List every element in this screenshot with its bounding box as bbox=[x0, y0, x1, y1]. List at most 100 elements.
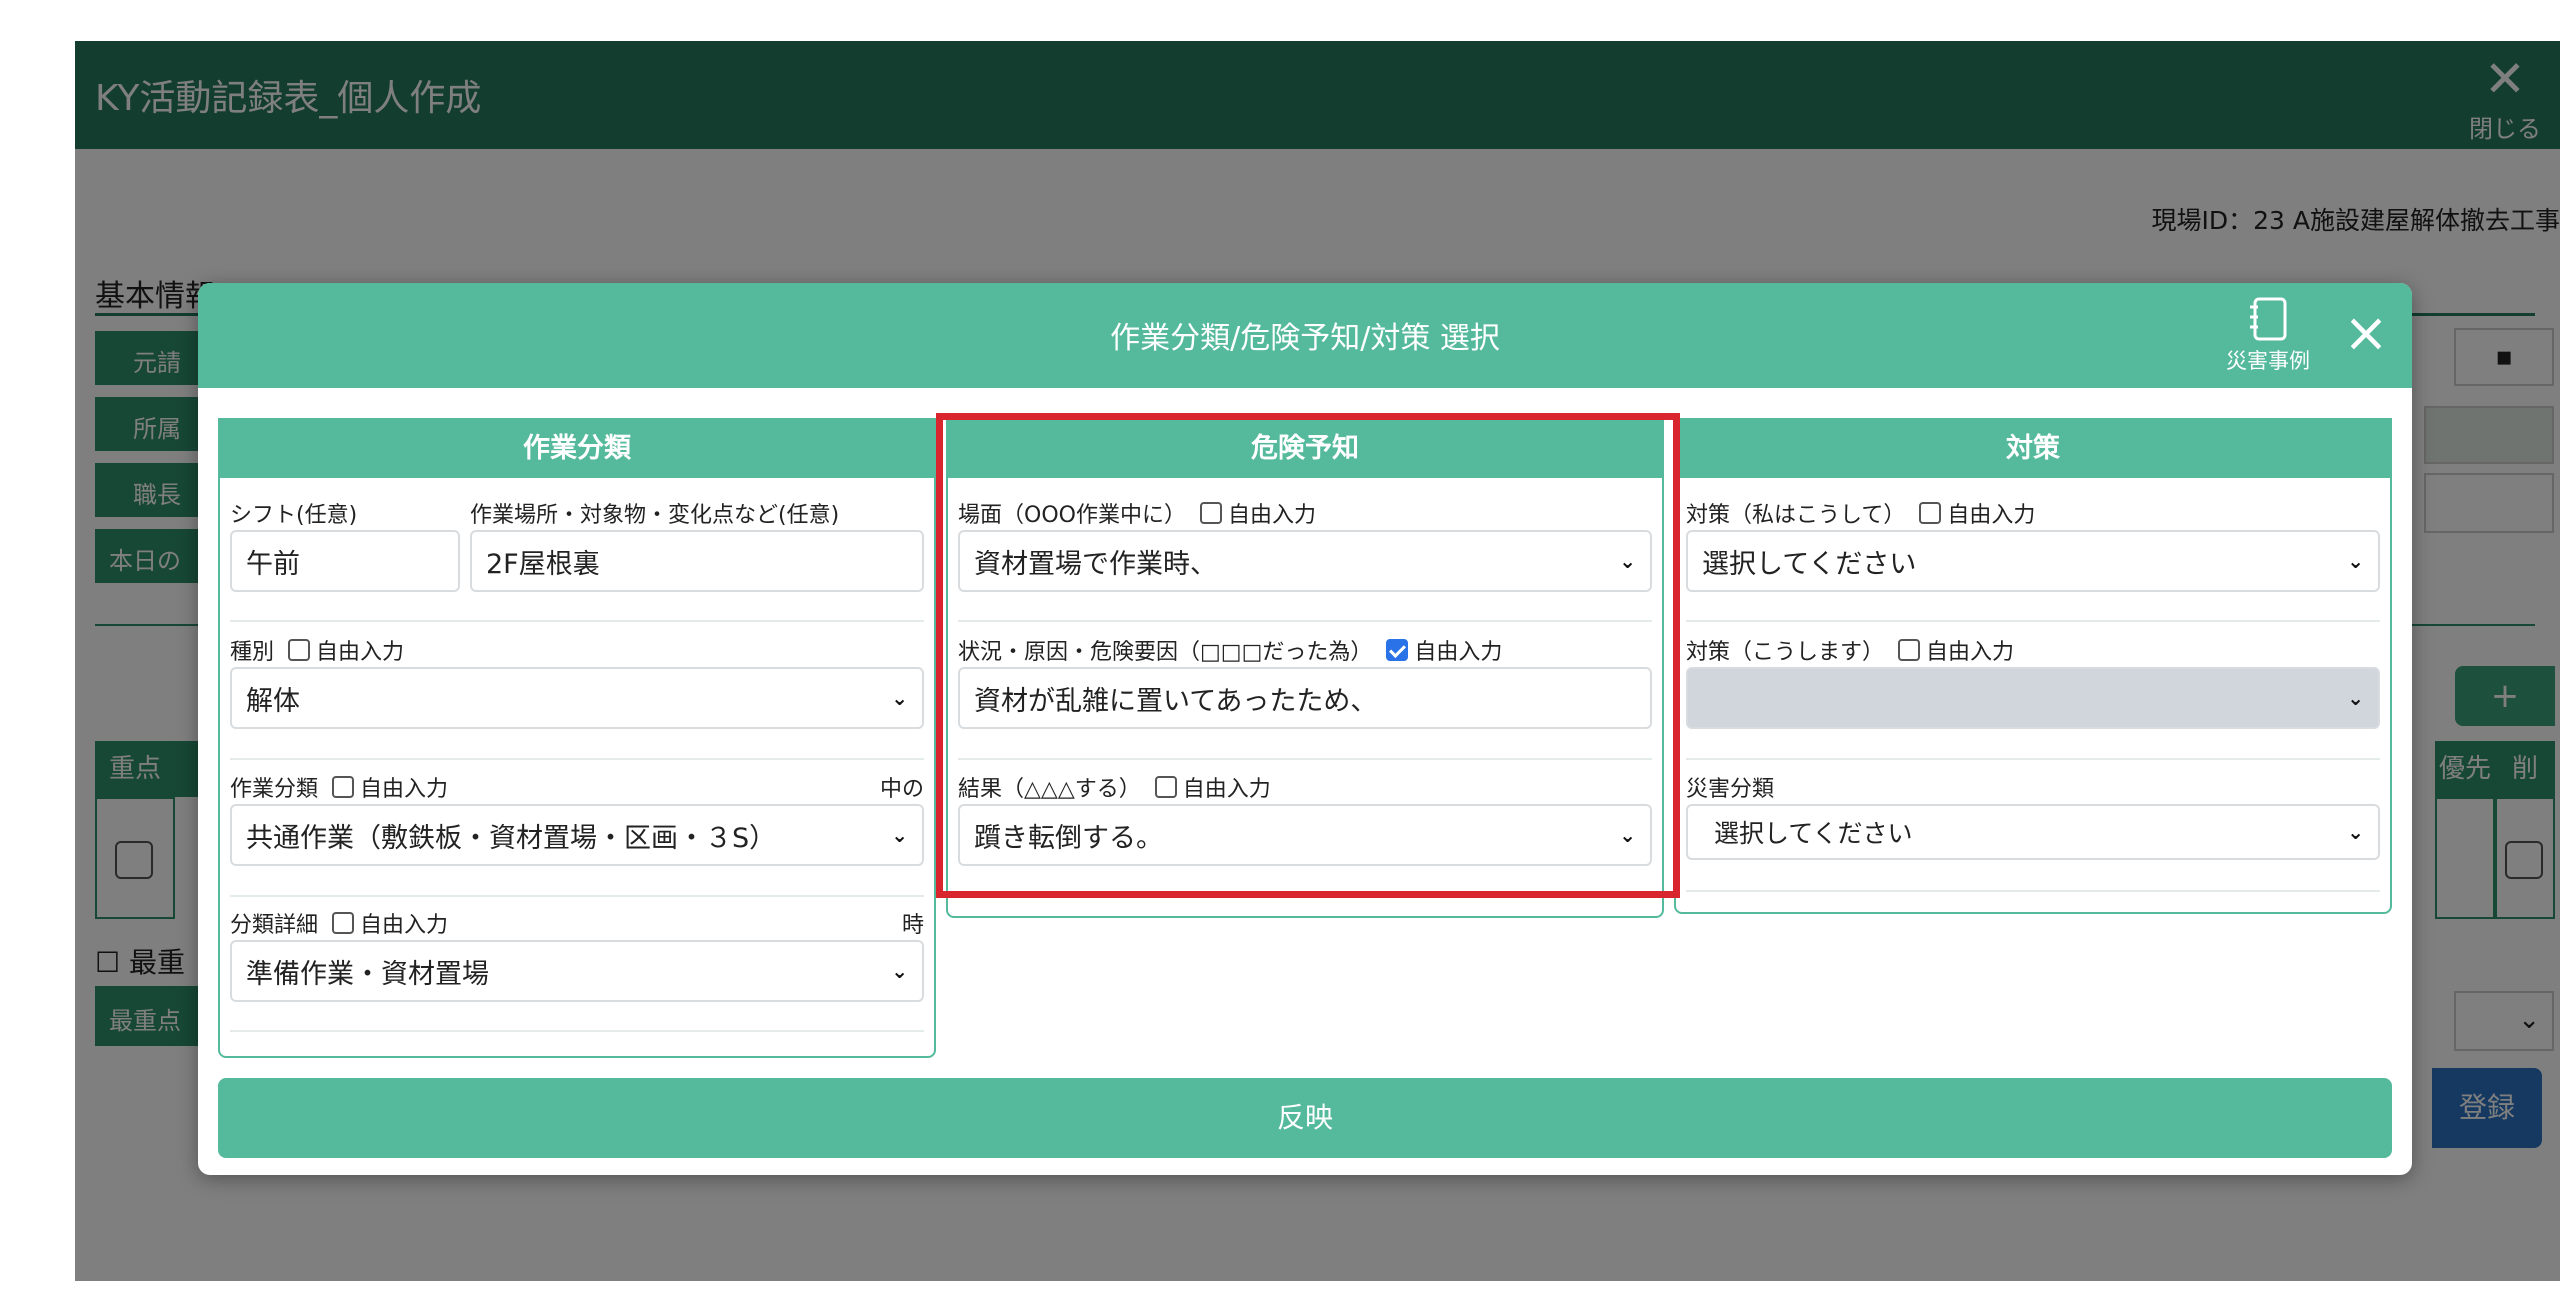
work-classification-panel: 作業分類 シフト(任意) 午前 作業場所・対象物・変化点など(任意) 2F屋根裏… bbox=[218, 418, 936, 1058]
free-input-label: 自由入力 bbox=[1947, 503, 2036, 528]
free-input-label: 自由入力 bbox=[1926, 640, 2015, 665]
type-label: 種別 bbox=[230, 640, 275, 665]
free-input-label: 自由入力 bbox=[360, 913, 449, 938]
divider bbox=[1686, 620, 2380, 622]
scene-select[interactable]: 資材置場で作業時、 ⌄ bbox=[958, 530, 1652, 592]
detail-label: 分類詳細 bbox=[230, 913, 319, 938]
chevron-down-icon: ⌄ bbox=[891, 823, 908, 847]
measure2-label: 対策（こうします） bbox=[1686, 640, 1885, 665]
result-value: 躓き転倒する。 bbox=[974, 822, 1163, 854]
shift-label: シフト(任意) bbox=[230, 503, 358, 528]
divider bbox=[230, 895, 924, 897]
disaster-group: 災害分類 選択してください ⌄ bbox=[1686, 770, 2380, 860]
place-value: 2F屋根裏 bbox=[486, 548, 600, 580]
category-select[interactable]: 共通作業（敷鉄板・資材置場・区画・３S） ⌄ bbox=[230, 804, 924, 866]
cause-label: 状況・原因・危険要因（□□□だった為） bbox=[958, 640, 1373, 665]
chevron-down-icon: ⌄ bbox=[1619, 823, 1636, 847]
free-input-label: 自由入力 bbox=[316, 640, 405, 665]
place-input[interactable]: 2F屋根裏 bbox=[470, 530, 924, 592]
selection-modal: 作業分類/危険予知/対策 選択 災害事例 × 作業分類 シフト(任意) 午前 作… bbox=[198, 283, 2412, 1175]
scene-label-row: 場面（OOO作業中に） 自由入力 bbox=[958, 496, 1652, 530]
measure1-value: 選択してください bbox=[1702, 548, 1917, 580]
chevron-down-icon: ⌄ bbox=[2347, 549, 2364, 573]
chevron-down-icon: ⌄ bbox=[891, 686, 908, 710]
notebook-icon bbox=[2250, 297, 2287, 341]
divider bbox=[1686, 890, 2380, 892]
disaster-case-label: 災害事例 bbox=[2226, 349, 2310, 373]
chevron-down-icon: ⌄ bbox=[1619, 549, 1636, 573]
countermeasure-panel: 対策 対策（私はこうして） 自由入力 選択してください ⌄ 対策（こうします） 自由入… bbox=[1674, 418, 2392, 914]
divider bbox=[958, 620, 1652, 622]
divider bbox=[230, 1030, 924, 1032]
type-label-row: 種別 自由入力 bbox=[230, 633, 924, 667]
cause-free-input-checkbox[interactable] bbox=[1386, 639, 1409, 661]
type-select[interactable]: 解体 ⌄ bbox=[230, 667, 924, 729]
cause-input[interactable]: 資材が乱雑に置いてあったため、 bbox=[958, 667, 1652, 729]
detail-free-input-checkbox[interactable] bbox=[332, 912, 355, 934]
scene-label: 場面（OOO作業中に） bbox=[958, 503, 1186, 528]
modal-title: 作業分類/危険予知/対策 選択 bbox=[1110, 321, 1500, 356]
chevron-down-icon: ⌄ bbox=[2347, 820, 2364, 844]
modal-close-button[interactable]: × bbox=[2336, 305, 2396, 365]
disaster-value: 選択してください bbox=[1714, 819, 1913, 848]
result-free-input-checkbox[interactable] bbox=[1154, 776, 1177, 798]
result-group: 結果（△△△する） 自由入力 躓き転倒する。 ⌄ bbox=[958, 770, 1652, 866]
cause-value: 資材が乱雑に置いてあったため、 bbox=[974, 685, 1378, 717]
chevron-down-icon: ⌄ bbox=[2347, 686, 2364, 710]
divider bbox=[230, 620, 924, 622]
countermeasure-header: 対策 bbox=[1676, 420, 2390, 478]
type-free-input-checkbox[interactable] bbox=[288, 639, 311, 661]
close-icon: × bbox=[2343, 301, 2389, 364]
detail-group: 分類詳細 自由入力 時 準備作業・資材置場 ⌄ bbox=[230, 906, 924, 1002]
measure1-select[interactable]: 選択してください ⌄ bbox=[1686, 530, 2380, 592]
free-input-label: 自由入力 bbox=[1182, 777, 1271, 802]
chevron-down-icon: ⌄ bbox=[891, 959, 908, 983]
free-input-label: 自由入力 bbox=[1227, 503, 1316, 528]
detail-label-row: 分類詳細 自由入力 時 bbox=[230, 906, 924, 940]
category-free-input-checkbox[interactable] bbox=[332, 776, 355, 798]
cause-label-row: 状況・原因・危険要因（□□□だった為） 自由入力 bbox=[958, 633, 1652, 667]
measure1-free-input-checkbox[interactable] bbox=[1919, 502, 1942, 524]
hazard-prediction-header: 危険予知 bbox=[948, 420, 1662, 478]
measure2-label-row: 対策（こうします） 自由入力 bbox=[1686, 633, 2380, 667]
measure2-free-input-checkbox[interactable] bbox=[1898, 639, 1921, 661]
result-label-row: 結果（△△△する） 自由入力 bbox=[958, 770, 1652, 804]
category-note: 中の bbox=[879, 777, 924, 802]
result-label: 結果（△△△する） bbox=[958, 777, 1141, 802]
scene-free-input-checkbox[interactable] bbox=[1199, 502, 1222, 524]
divider bbox=[230, 758, 924, 760]
free-input-label: 自由入力 bbox=[360, 777, 449, 802]
disaster-label: 災害分類 bbox=[1686, 777, 1775, 802]
category-label: 作業分類 bbox=[230, 777, 319, 802]
disaster-select[interactable]: 選択してください ⌄ bbox=[1686, 804, 2380, 860]
measure1-label: 対策（私はこうして） bbox=[1686, 503, 1906, 528]
disaster-case-button[interactable]: 災害事例 bbox=[2218, 295, 2318, 375]
measure1-group: 対策（私はこうして） 自由入力 選択してください ⌄ bbox=[1686, 496, 2380, 592]
place-label: 作業場所・対象物・変化点など(任意) bbox=[470, 503, 840, 528]
category-group: 作業分類 自由入力 中の 共通作業（敷鉄板・資材置場・区画・３S） ⌄ bbox=[230, 770, 924, 866]
measure1-label-row: 対策（私はこうして） 自由入力 bbox=[1686, 496, 2380, 530]
divider bbox=[958, 758, 1652, 760]
modal-header: 作業分類/危険予知/対策 選択 災害事例 × bbox=[198, 283, 2412, 388]
result-select[interactable]: 躓き転倒する。 ⌄ bbox=[958, 804, 1652, 866]
free-input-label: 自由入力 bbox=[1414, 640, 1503, 665]
hazard-prediction-panel: 危険予知 場面（OOO作業中に） 自由入力 資材置場で作業時、 ⌄ 状況・原因・危険… bbox=[946, 418, 1664, 918]
shift-group: シフト(任意) 午前 bbox=[230, 496, 460, 592]
divider bbox=[1686, 758, 2380, 760]
category-value: 共通作業（敷鉄板・資材置場・区画・３S） bbox=[246, 822, 777, 854]
measure2-group: 対策（こうします） 自由入力 ⌄ bbox=[1686, 633, 2380, 729]
scene-value: 資材置場で作業時、 bbox=[974, 548, 1217, 580]
measure2-select[interactable]: ⌄ bbox=[1686, 667, 2380, 729]
work-classification-header: 作業分類 bbox=[220, 420, 934, 478]
detail-select[interactable]: 準備作業・資材置場 ⌄ bbox=[230, 940, 924, 1002]
shift-input[interactable]: 午前 bbox=[230, 530, 460, 592]
place-group: 作業場所・対象物・変化点など(任意) 2F屋根裏 bbox=[470, 496, 924, 592]
category-label-row: 作業分類 自由入力 中の bbox=[230, 770, 924, 804]
reflect-button[interactable]: 反映 bbox=[218, 1078, 2392, 1158]
scene-group: 場面（OOO作業中に） 自由入力 資材置場で作業時、 ⌄ bbox=[958, 496, 1652, 592]
shift-value: 午前 bbox=[246, 548, 300, 580]
cause-group: 状況・原因・危険要因（□□□だった為） 自由入力 資材が乱雑に置いてあったため、 bbox=[958, 633, 1652, 729]
type-group: 種別 自由入力 解体 ⌄ bbox=[230, 633, 924, 729]
type-value: 解体 bbox=[246, 685, 300, 717]
detail-value: 準備作業・資材置場 bbox=[246, 958, 489, 990]
